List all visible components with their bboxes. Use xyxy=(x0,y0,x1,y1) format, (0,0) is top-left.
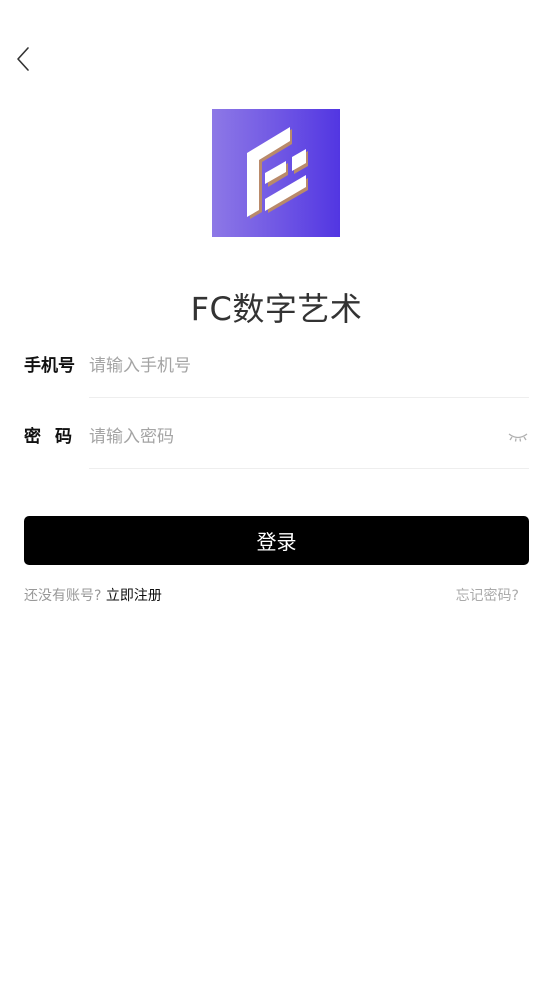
back-button[interactable] xyxy=(8,44,38,74)
password-label: 密码 xyxy=(24,427,86,447)
app-title: FC数字艺术 xyxy=(190,290,363,328)
phone-label: 手机号 xyxy=(24,356,75,376)
fc-logo-icon xyxy=(247,127,308,219)
login-screen: FC数字艺术 手机号 密码 登录 还没有账号? 立即注册 忘记密码? xyxy=(0,0,553,983)
phone-input[interactable] xyxy=(89,346,504,386)
password-input[interactable] xyxy=(89,417,504,457)
password-underline xyxy=(89,468,529,469)
bottom-links: 还没有账号? 立即注册 忘记密码? xyxy=(24,585,519,607)
phone-underline xyxy=(89,397,529,398)
app-logo xyxy=(212,109,340,237)
password-visibility-toggle[interactable] xyxy=(507,427,529,447)
chevron-left-icon xyxy=(17,47,29,71)
login-button[interactable]: 登录 xyxy=(24,516,529,565)
phone-field-row: 手机号 xyxy=(24,346,529,406)
password-field-row: 密码 xyxy=(24,417,529,477)
forgot-password-link[interactable]: 忘记密码? xyxy=(456,585,519,607)
register-link[interactable]: 立即注册 xyxy=(106,588,162,604)
eye-closed-icon xyxy=(508,433,528,442)
no-account-text: 还没有账号? xyxy=(24,588,102,604)
